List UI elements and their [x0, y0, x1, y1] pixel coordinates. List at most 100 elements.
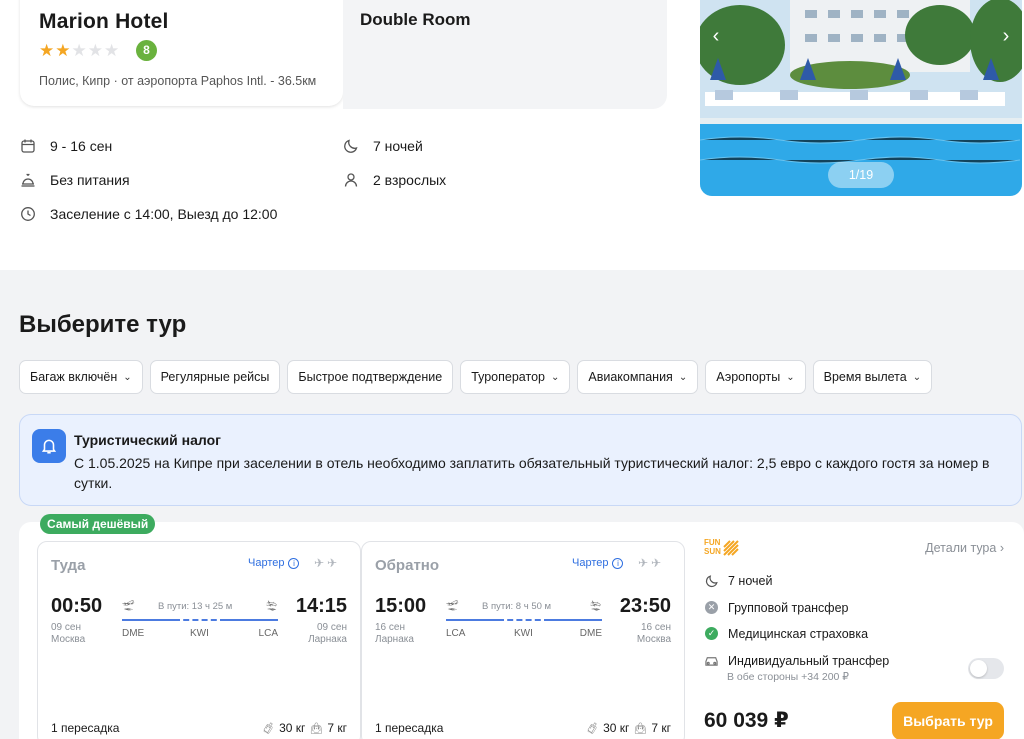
departure-city: Ларнака	[375, 634, 414, 645]
arrival-time: 14:15	[295, 595, 347, 617]
individual-transfer-text: Индивидуальный трансфер	[728, 653, 890, 668]
route-segment	[122, 619, 174, 621]
tour-price: 60 039 ₽	[704, 709, 789, 732]
charter-label: Чартер i	[572, 557, 624, 569]
offer-individual-transfer: Индивидуальный трансфер	[704, 653, 889, 668]
filter-departure-time[interactable]: Время вылета ⌄	[812, 360, 933, 394]
person-icon	[344, 173, 358, 187]
bell-icon	[32, 429, 66, 463]
select-tour-button[interactable]: Выбрать тур	[892, 702, 1004, 739]
tourist-tax-notice: Туристический налог С 1.05.2025 на Кипре…	[19, 414, 1022, 506]
filter-label: Быстрое подтверждение	[298, 370, 443, 384]
tour-details-text: Детали тура	[925, 541, 997, 555]
hotel-stars: ★ ★ ★ ★ ★	[39, 42, 119, 59]
chevron-down-icon: ⌄	[550, 371, 560, 383]
star-icon: ★	[87, 41, 103, 60]
photo-next-button[interactable]: ›	[996, 24, 1016, 48]
arrival-date: 09 сен	[317, 622, 347, 633]
airport-code: KWI	[190, 628, 209, 639]
info-icon[interactable]: i	[288, 557, 300, 569]
operator-logo-line1: FUN	[704, 538, 721, 547]
airport-code: DME	[122, 628, 145, 639]
stay-guests: 2 взрослых	[343, 172, 446, 188]
star-icon: ★	[104, 41, 120, 60]
info-icon[interactable]: i	[612, 557, 624, 569]
departure-date: 16 сен	[375, 622, 405, 633]
filter-tour-operator[interactable]: Туроператор ⌄	[460, 360, 571, 394]
airline-logos-icon: ✈✈	[638, 556, 665, 570]
individual-transfer-toggle[interactable]	[968, 658, 1004, 679]
tour-details-link[interactable]: Детали тура ›	[925, 541, 1004, 555]
filter-baggage[interactable]: Багаж включён ⌄	[19, 360, 143, 394]
filter-bar: Багаж включён ⌄ Регулярные рейсы Быстрое …	[19, 360, 933, 394]
flight-duration: В пути: 13 ч 25 м	[158, 601, 233, 612]
takeoff-icon: 🛫︎	[122, 601, 135, 612]
inbound-flight-card[interactable]: Обратно Чартер i ✈✈ 15:00 16 сен Ларнака …	[361, 541, 685, 739]
leg-title: Обратно	[375, 557, 440, 574]
star-icon: ★	[39, 41, 55, 60]
moon-icon	[704, 573, 719, 588]
airport-code: LCA	[258, 628, 278, 639]
filter-airports[interactable]: Аэропорты ⌄	[705, 360, 806, 394]
flight-route: 🛫︎ В пути: 8 ч 50 м 🛬︎	[446, 601, 602, 625]
arrival-city: Москва	[636, 634, 671, 645]
stay-dates-text: 9 - 16 сен	[50, 138, 113, 154]
baggage-weight: 30 кг	[279, 721, 306, 735]
route-layover	[498, 619, 550, 621]
stay-nights: 7 ночей	[343, 138, 423, 154]
route-segment	[446, 619, 498, 621]
notice-text: С 1.05.2025 на Кипре при заселении в оте…	[74, 455, 990, 491]
route-segment	[550, 619, 602, 621]
rating-badge: 8	[136, 40, 157, 61]
airport-code: LCA	[446, 628, 466, 639]
departure-time: 15:00	[375, 595, 427, 617]
room-card: Double Room	[343, 0, 667, 109]
baggage-info: 🧳︎ 30 кг 👜︎ 7 кг	[585, 721, 671, 735]
filter-airline[interactable]: Авиакомпания ⌄	[577, 360, 699, 394]
photo-prev-button[interactable]: ‹	[706, 24, 726, 48]
takeoff-icon: 🛫︎	[446, 601, 459, 612]
route-segment	[226, 619, 278, 621]
suitcase-icon: 🧳︎	[261, 722, 276, 735]
route-layover	[174, 619, 226, 621]
charter-text: Чартер	[248, 557, 285, 569]
filter-fast-confirmation[interactable]: Быстрое подтверждение	[287, 360, 454, 394]
check-circle-icon: ✓	[704, 626, 719, 641]
clock-icon	[21, 207, 35, 221]
hotel-header-section: Marion Hotel ★ ★ ★ ★ ★ 8 Полис, Кипр · о…	[0, 0, 1024, 270]
chevron-right-icon: ›	[999, 541, 1004, 555]
filter-regular-flights[interactable]: Регулярные рейсы	[149, 360, 281, 394]
filter-label: Время вылета	[823, 370, 907, 384]
filter-label: Регулярные рейсы	[160, 370, 270, 384]
arrival-time: 23:50	[619, 595, 671, 617]
offer-nights: 7 ночей	[704, 573, 772, 588]
chevron-down-icon: ⌄	[912, 371, 922, 383]
insurance-text: Медицинская страховка	[728, 626, 869, 641]
suitcase-icon: 🧳︎	[585, 722, 600, 735]
arrival-date: 16 сен	[641, 622, 671, 633]
cloche-icon	[21, 173, 35, 187]
stay-nights-text: 7 ночей	[373, 138, 423, 154]
airport-code: KWI	[514, 628, 533, 639]
chevron-down-icon: ⌄	[786, 371, 795, 383]
individual-transfer-price: В обе стороны +34 200 ₽	[727, 671, 849, 683]
section-title: Выберите тур	[19, 311, 187, 338]
departure-city: Москва	[51, 634, 86, 645]
leg-title: Туда	[51, 557, 86, 574]
hotel-card: Marion Hotel ★ ★ ★ ★ ★ 8 Полис, Кипр · о…	[20, 0, 343, 106]
outbound-flight-card[interactable]: Туда Чартер i ✈✈ 00:50 09 сен Москва 🛫︎ В…	[37, 541, 361, 739]
notice-title: Туристический налог	[74, 432, 221, 448]
filter-label: Багаж включён	[30, 370, 118, 384]
stay-checkin-text: Заселение с 14:00, Выезд до 12:00	[50, 206, 278, 222]
flight-duration: В пути: 8 ч 50 м	[482, 601, 552, 612]
filter-label: Аэропорты	[716, 370, 781, 384]
hotel-name: Marion Hotel	[39, 10, 169, 33]
hotel-photo-gallery[interactable]: ‹ › 1/19	[700, 0, 1022, 196]
baggage-weight: 30 кг	[603, 721, 630, 735]
arrival-city: Ларнака	[308, 634, 347, 645]
hand-luggage-weight: 7 кг	[327, 721, 347, 735]
star-icon: ★	[55, 41, 71, 60]
filter-label: Авиакомпания	[588, 370, 673, 384]
stay-meals-text: Без питания	[50, 172, 130, 188]
airline-logos-icon: ✈✈	[314, 556, 341, 570]
